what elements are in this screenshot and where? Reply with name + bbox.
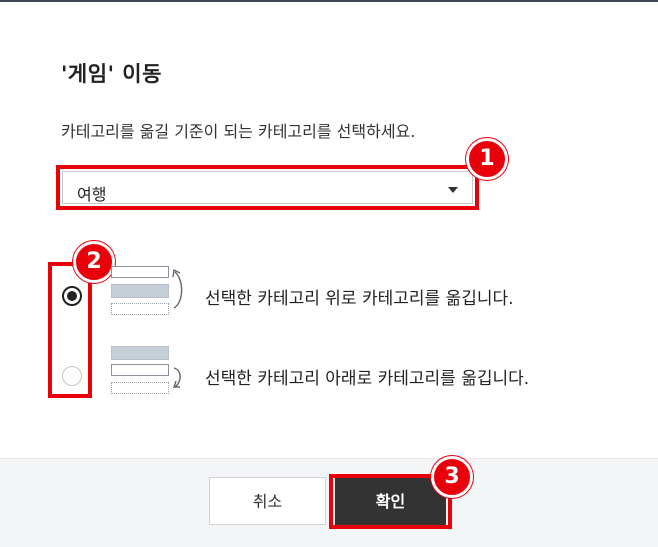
curved-arrow-down-icon: [173, 367, 181, 388]
annotation-badge-2: 2: [73, 241, 115, 283]
annotation-badge-1: 1: [466, 138, 508, 180]
radio-move-below[interactable]: [62, 366, 82, 386]
chevron-down-icon: [448, 187, 458, 193]
confirm-button[interactable]: 확인: [335, 478, 446, 525]
move-below-label: 선택한 카테고리 아래로 카테고리를 옮깁니다.: [205, 369, 530, 389]
radio-highlight: [48, 262, 92, 398]
curved-arrow-up-icon: [172, 268, 183, 309]
category-select[interactable]: 여행: [62, 171, 473, 204]
annotation-badge-3: 3: [431, 456, 473, 498]
cancel-button[interactable]: 취소: [209, 477, 326, 525]
dialog-title: '게임' 이동: [61, 62, 162, 86]
move-above-label: 선택한 카테고리 위로 카테고리를 옮깁니다.: [205, 289, 514, 309]
category-select-value: 여행: [77, 185, 107, 204]
select-highlight: 여행: [56, 165, 479, 210]
move-above-illustration: [111, 266, 191, 318]
dialog-top-border: [0, 0, 658, 2]
radio-move-above[interactable]: [62, 286, 82, 306]
dialog-description: 카테고리를 옮길 기준이 되는 카테고리를 선택하세요.: [61, 122, 416, 141]
move-below-illustration: [111, 346, 191, 398]
